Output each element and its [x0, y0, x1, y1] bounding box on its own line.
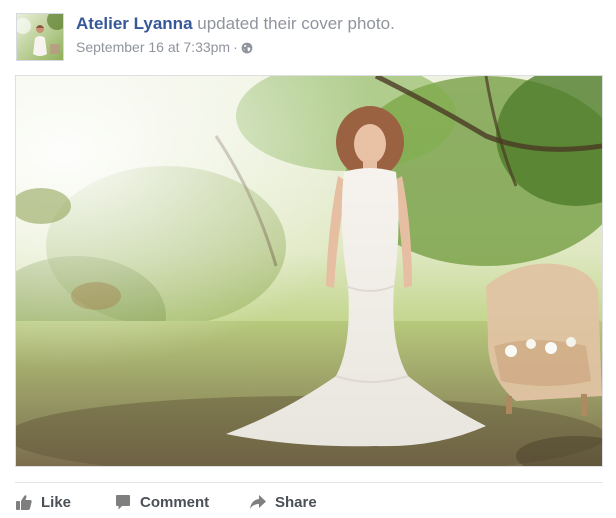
comment-icon: [114, 493, 132, 511]
post-headline: Atelier Lyanna updated their cover photo…: [76, 13, 395, 35]
post-meta: September 16 at 7:33pm ·: [76, 38, 253, 58]
globe-icon[interactable]: [241, 40, 253, 58]
page-avatar[interactable]: [16, 13, 64, 61]
post-action-text: updated their cover photo.: [197, 14, 395, 33]
like-button[interactable]: Like: [15, 490, 71, 514]
share-arrow-icon: [249, 493, 267, 511]
meta-separator: ·: [233, 39, 238, 55]
actions-divider: [15, 482, 603, 483]
thumbs-up-icon: [15, 493, 33, 511]
feed-post: Atelier Lyanna updated their cover photo…: [0, 0, 616, 518]
share-button[interactable]: Share: [249, 490, 317, 514]
like-label: Like: [41, 493, 72, 511]
comment-label: Comment: [140, 493, 210, 511]
comment-button[interactable]: Comment: [114, 490, 209, 514]
author-link[interactable]: Atelier Lyanna: [76, 14, 193, 33]
post-timestamp[interactable]: September 16 at 7:33pm: [76, 39, 230, 55]
cover-photo[interactable]: [15, 75, 603, 467]
share-label: Share: [275, 493, 317, 511]
